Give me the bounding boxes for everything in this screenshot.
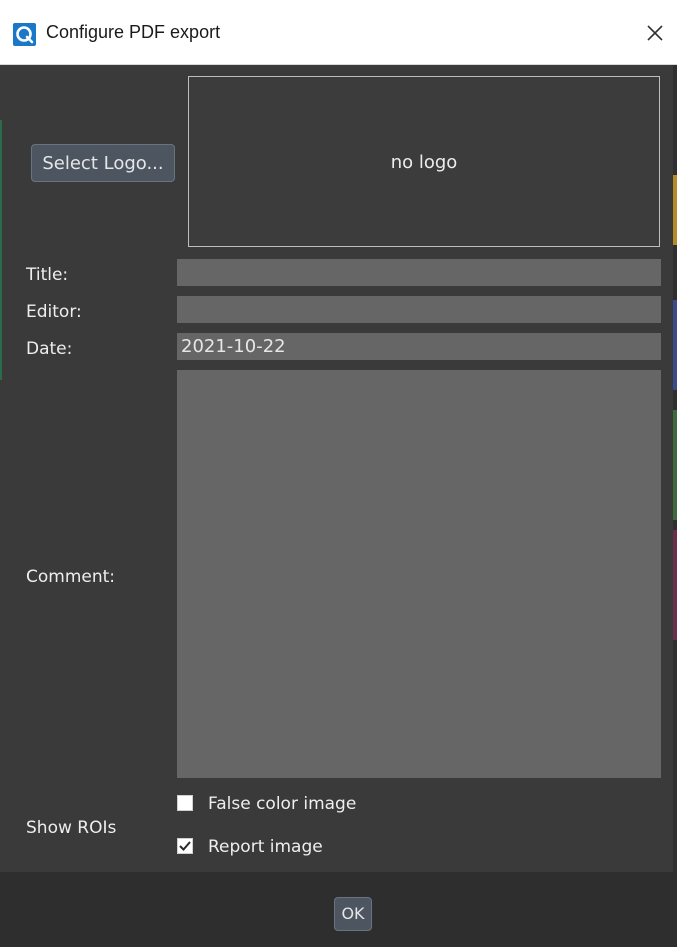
dialog-window: Configure PDF export Select Logo... no l… — [0, 0, 677, 947]
right-border-segment — [673, 300, 677, 390]
title-label: Title: — [26, 265, 69, 285]
date-input[interactable]: 2021-10-22 — [177, 333, 661, 360]
logo-placeholder-text: no logo — [390, 152, 458, 173]
false-color-image-checkbox[interactable] — [177, 795, 193, 811]
close-icon — [647, 25, 663, 41]
app-logo-icon — [13, 23, 36, 46]
comment-textarea[interactable] — [177, 370, 661, 778]
title-bar: Configure PDF export — [0, 0, 677, 65]
right-border-segment — [673, 410, 677, 520]
ok-button[interactable]: OK — [334, 897, 372, 931]
select-logo-button[interactable]: Select Logo... — [31, 144, 175, 182]
editor-label: Editor: — [26, 302, 82, 322]
logo-preview: no logo — [188, 76, 660, 247]
left-border-accent — [0, 120, 2, 380]
window-title: Configure PDF export — [46, 22, 221, 42]
false-color-image-label: False color image — [208, 794, 357, 814]
report-image-checkbox[interactable] — [177, 838, 193, 854]
right-border-segment — [673, 175, 677, 245]
report-image-label: Report image — [208, 837, 323, 857]
date-label: Date: — [26, 339, 73, 359]
right-border-segment — [673, 530, 677, 640]
close-button[interactable] — [633, 14, 677, 54]
title-input[interactable] — [177, 259, 661, 286]
comment-label: Comment: — [26, 567, 116, 587]
checkmark-icon — [179, 841, 191, 851]
show-rois-label: Show ROIs — [26, 818, 117, 838]
editor-input[interactable] — [177, 296, 661, 323]
